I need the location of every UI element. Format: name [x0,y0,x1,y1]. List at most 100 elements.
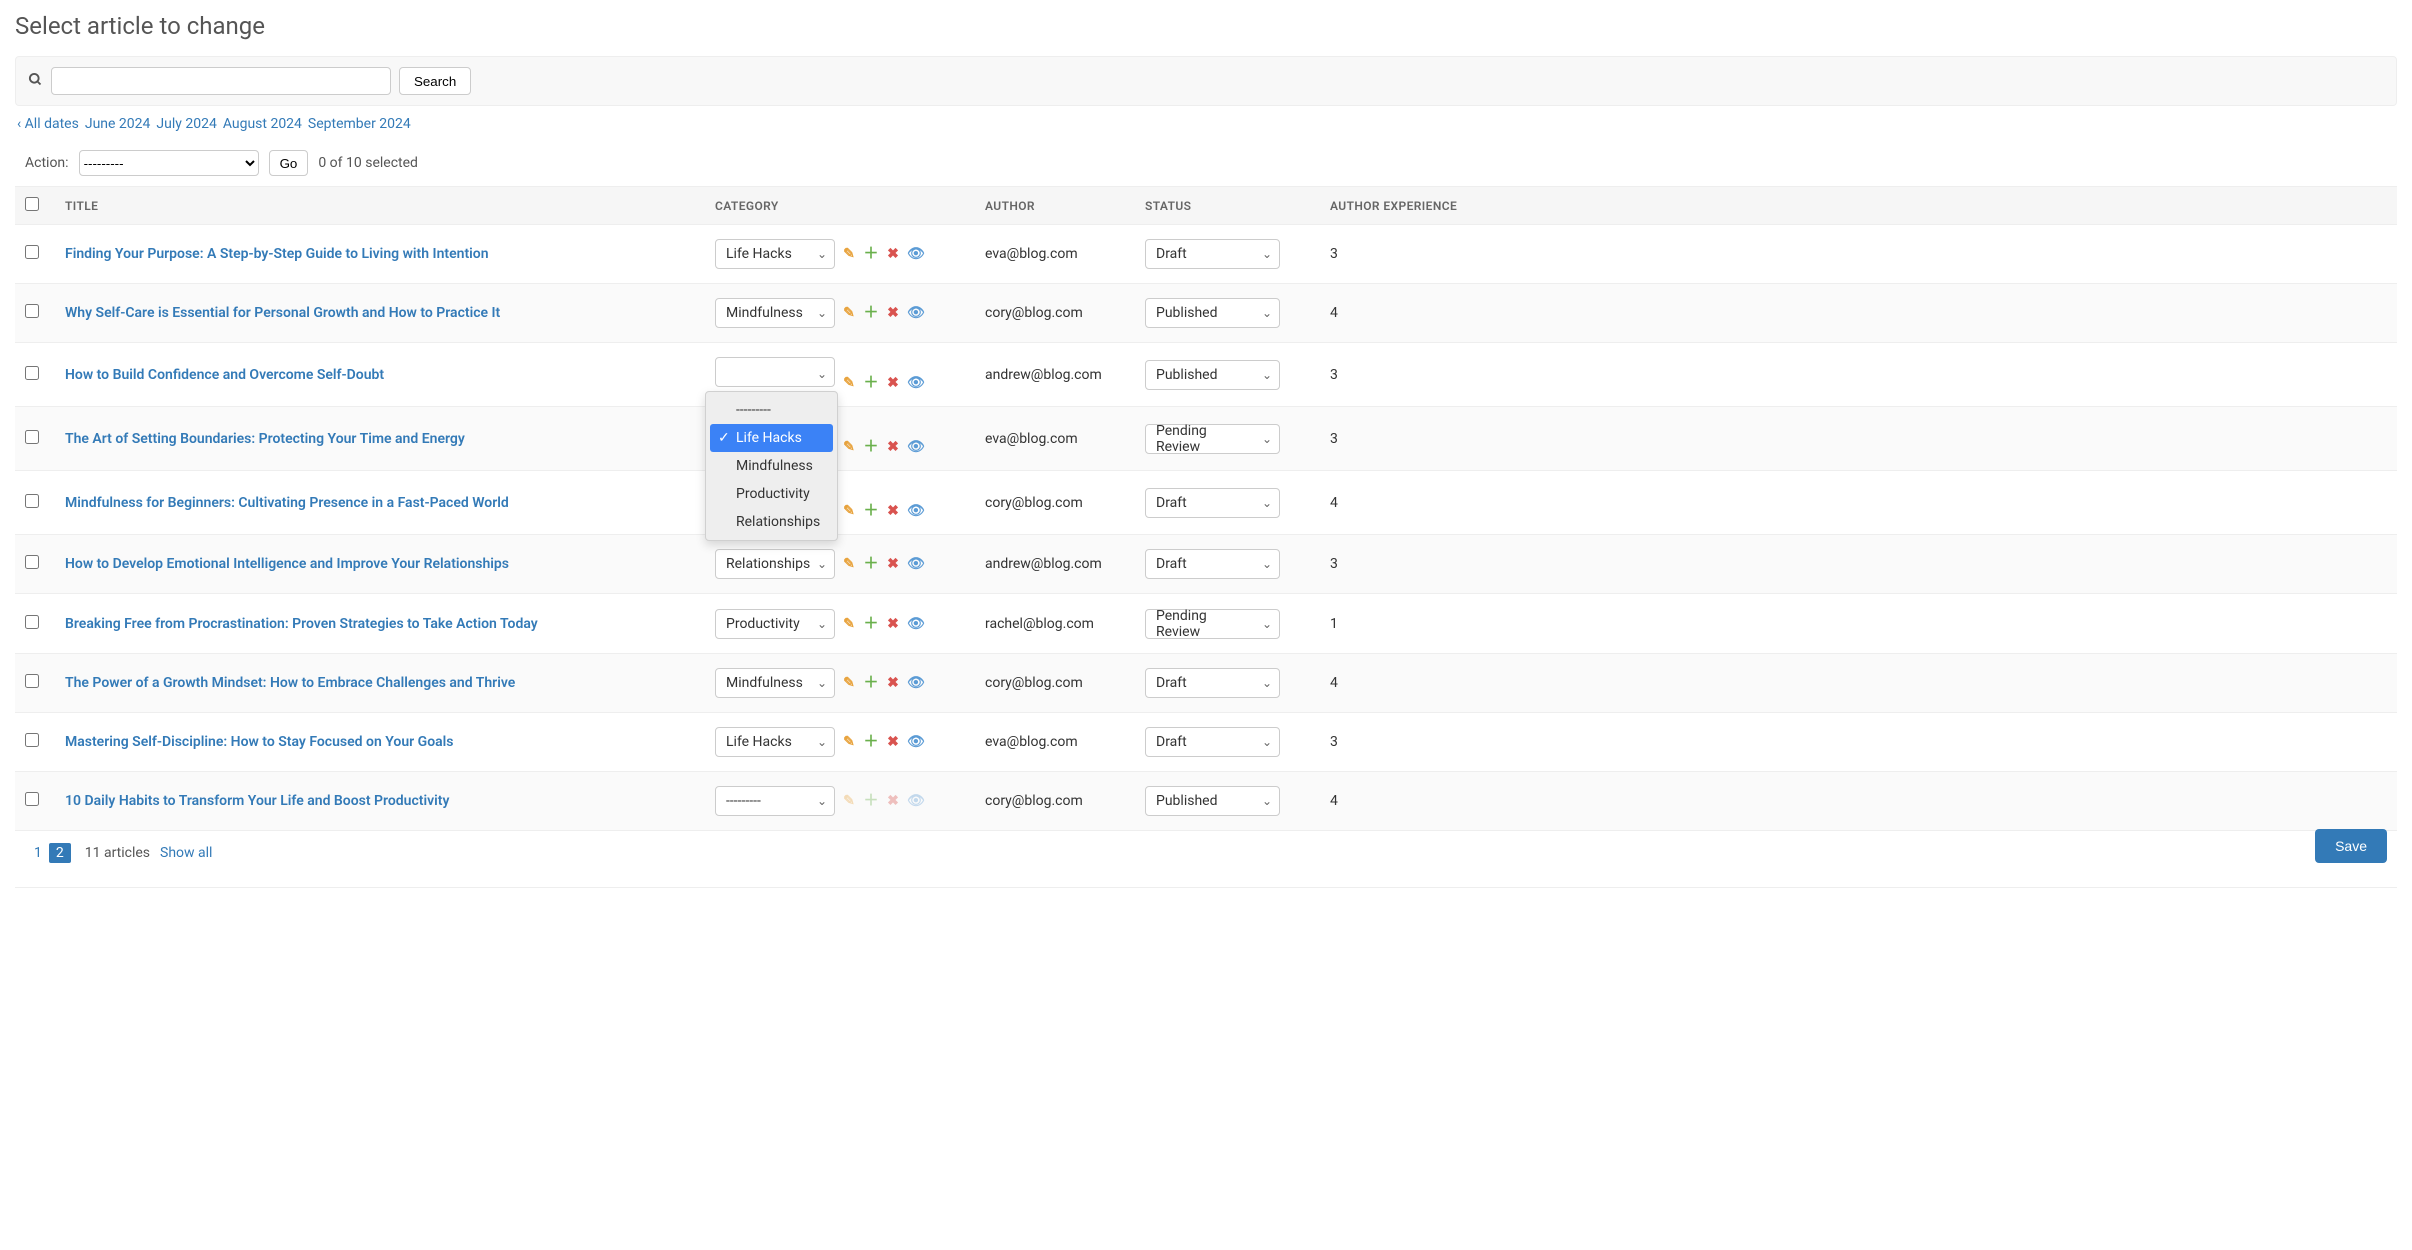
category-dropdown[interactable]: ---------Life HacksMindfulnessProductivi… [705,391,838,541]
x-icon[interactable]: ✖ [885,734,901,750]
eye-icon[interactable]: 👁 [907,734,923,750]
x-icon[interactable]: ✖ [885,556,901,572]
plus-icon[interactable]: ＋ [863,552,879,573]
plus-icon[interactable]: ＋ [863,301,879,322]
article-title-link[interactable]: The Art of Setting Boundaries: Protectin… [65,431,465,447]
dropdown-option[interactable]: --------- [710,396,833,424]
pencil-icon[interactable]: ✎ [841,305,857,321]
article-title-link[interactable]: Mastering Self-Discipline: How to Stay F… [65,734,453,750]
plus-icon[interactable]: ＋ [863,499,879,520]
category-select[interactable]: --------- [715,786,835,816]
article-title-link[interactable]: How to Build Confidence and Overcome Sel… [65,367,384,383]
eye-icon[interactable]: 👁 [907,439,923,455]
eye-icon[interactable]: 👁 [907,375,923,391]
select-all-checkbox[interactable] [25,197,39,211]
x-icon[interactable]: ✖ [885,246,901,262]
save-button[interactable]: Save [2315,829,2387,863]
table-row: Mindfulness for Beginners: Cultivating P… [15,471,2397,535]
plus-icon[interactable]: ＋ [863,435,879,456]
dropdown-option[interactable]: Mindfulness [710,452,833,480]
status-select[interactable]: Published [1145,360,1280,390]
article-title-link[interactable]: The Power of a Growth Mindset: How to Em… [65,675,515,691]
category-select[interactable]: Relationships [715,549,835,579]
pencil-icon[interactable]: ✎ [841,246,857,262]
status-select[interactable]: Draft [1145,488,1280,518]
pencil-icon[interactable]: ✎ [841,675,857,691]
action-select[interactable]: --------- [79,150,259,176]
col-author-experience[interactable]: AUTHOR EXPERIENCE [1320,187,2397,225]
category-select[interactable] [715,357,835,387]
row-checkbox[interactable] [25,304,39,318]
category-select[interactable]: Mindfulness [715,668,835,698]
col-category[interactable]: CATEGORY [705,187,975,225]
row-checkbox[interactable] [25,555,39,569]
row-checkbox[interactable] [25,733,39,747]
status-select[interactable]: Draft [1145,549,1280,579]
page-link[interactable]: 1 [27,843,49,863]
page-link[interactable]: 2 [49,843,71,863]
row-checkbox[interactable] [25,674,39,688]
pencil-icon[interactable]: ✎ [841,616,857,632]
article-title-link[interactable]: 10 Daily Habits to Transform Your Life a… [65,793,449,809]
x-icon[interactable]: ✖ [885,305,901,321]
category-select[interactable]: Life Hacks [715,239,835,269]
eye-icon[interactable]: 👁 [907,675,923,691]
x-icon[interactable]: ✖ [885,675,901,691]
row-checkbox[interactable] [25,792,39,806]
eye-icon[interactable]: 👁 [907,616,923,632]
search-input[interactable] [51,67,391,95]
dropdown-option[interactable]: Life Hacks [710,424,833,452]
category-select[interactable]: Productivity [715,609,835,639]
article-title-link[interactable]: Breaking Free from Procrastination: Prov… [65,616,538,632]
pencil-icon[interactable]: ✎ [841,375,857,391]
plus-icon[interactable]: ＋ [863,371,879,392]
eye-icon[interactable]: 👁 [907,503,923,519]
article-title-link[interactable]: Finding Your Purpose: A Step-by-Step Gui… [65,246,489,262]
plus-icon[interactable]: ＋ [863,671,879,692]
date-filter-link[interactable]: August 2024 [223,116,302,132]
pencil-icon[interactable]: ✎ [841,503,857,519]
row-checkbox[interactable] [25,366,39,380]
status-select[interactable]: Draft [1145,239,1280,269]
col-author[interactable]: AUTHOR [975,187,1135,225]
status-select[interactable]: Draft [1145,727,1280,757]
plus-icon[interactable]: ＋ [863,242,879,263]
col-status[interactable]: STATUS [1135,187,1320,225]
status-select[interactable]: Pending Review [1145,424,1280,454]
status-select[interactable]: Published [1145,786,1280,816]
x-icon[interactable]: ✖ [885,375,901,391]
category-select[interactable]: Life Hacks [715,727,835,757]
col-title[interactable]: TITLE [55,187,705,225]
article-title-link[interactable]: How to Develop Emotional Intelligence an… [65,556,509,572]
dropdown-option[interactable]: Relationships [710,508,833,536]
dropdown-option[interactable]: Productivity [710,480,833,508]
show-all-link[interactable]: Show all [160,845,212,861]
date-filter-link[interactable]: July 2024 [156,116,216,132]
article-title-link[interactable]: Why Self-Care is Essential for Personal … [65,305,500,321]
row-checkbox[interactable] [25,615,39,629]
pencil-icon[interactable]: ✎ [841,556,857,572]
plus-icon[interactable]: ＋ [863,612,879,633]
date-filter-link[interactable]: June 2024 [85,116,151,132]
eye-icon[interactable]: 👁 [907,246,923,262]
pencil-icon[interactable]: ✎ [841,734,857,750]
action-go-button[interactable]: Go [269,150,309,176]
row-checkbox[interactable] [25,430,39,444]
plus-icon[interactable]: ＋ [863,730,879,751]
date-filter-link[interactable]: September 2024 [308,116,411,132]
status-select[interactable]: Pending Review [1145,609,1280,639]
search-button[interactable]: Search [399,67,471,95]
date-filter-link[interactable]: ‹ All dates [17,116,79,132]
row-checkbox[interactable] [25,245,39,259]
x-icon[interactable]: ✖ [885,616,901,632]
category-select[interactable]: Mindfulness [715,298,835,328]
eye-icon[interactable]: 👁 [907,556,923,572]
x-icon[interactable]: ✖ [885,439,901,455]
pencil-icon[interactable]: ✎ [841,439,857,455]
status-select[interactable]: Published [1145,298,1280,328]
article-title-link[interactable]: Mindfulness for Beginners: Cultivating P… [65,495,509,511]
status-select[interactable]: Draft [1145,668,1280,698]
x-icon[interactable]: ✖ [885,503,901,519]
row-checkbox[interactable] [25,494,39,508]
eye-icon[interactable]: 👁 [907,305,923,321]
